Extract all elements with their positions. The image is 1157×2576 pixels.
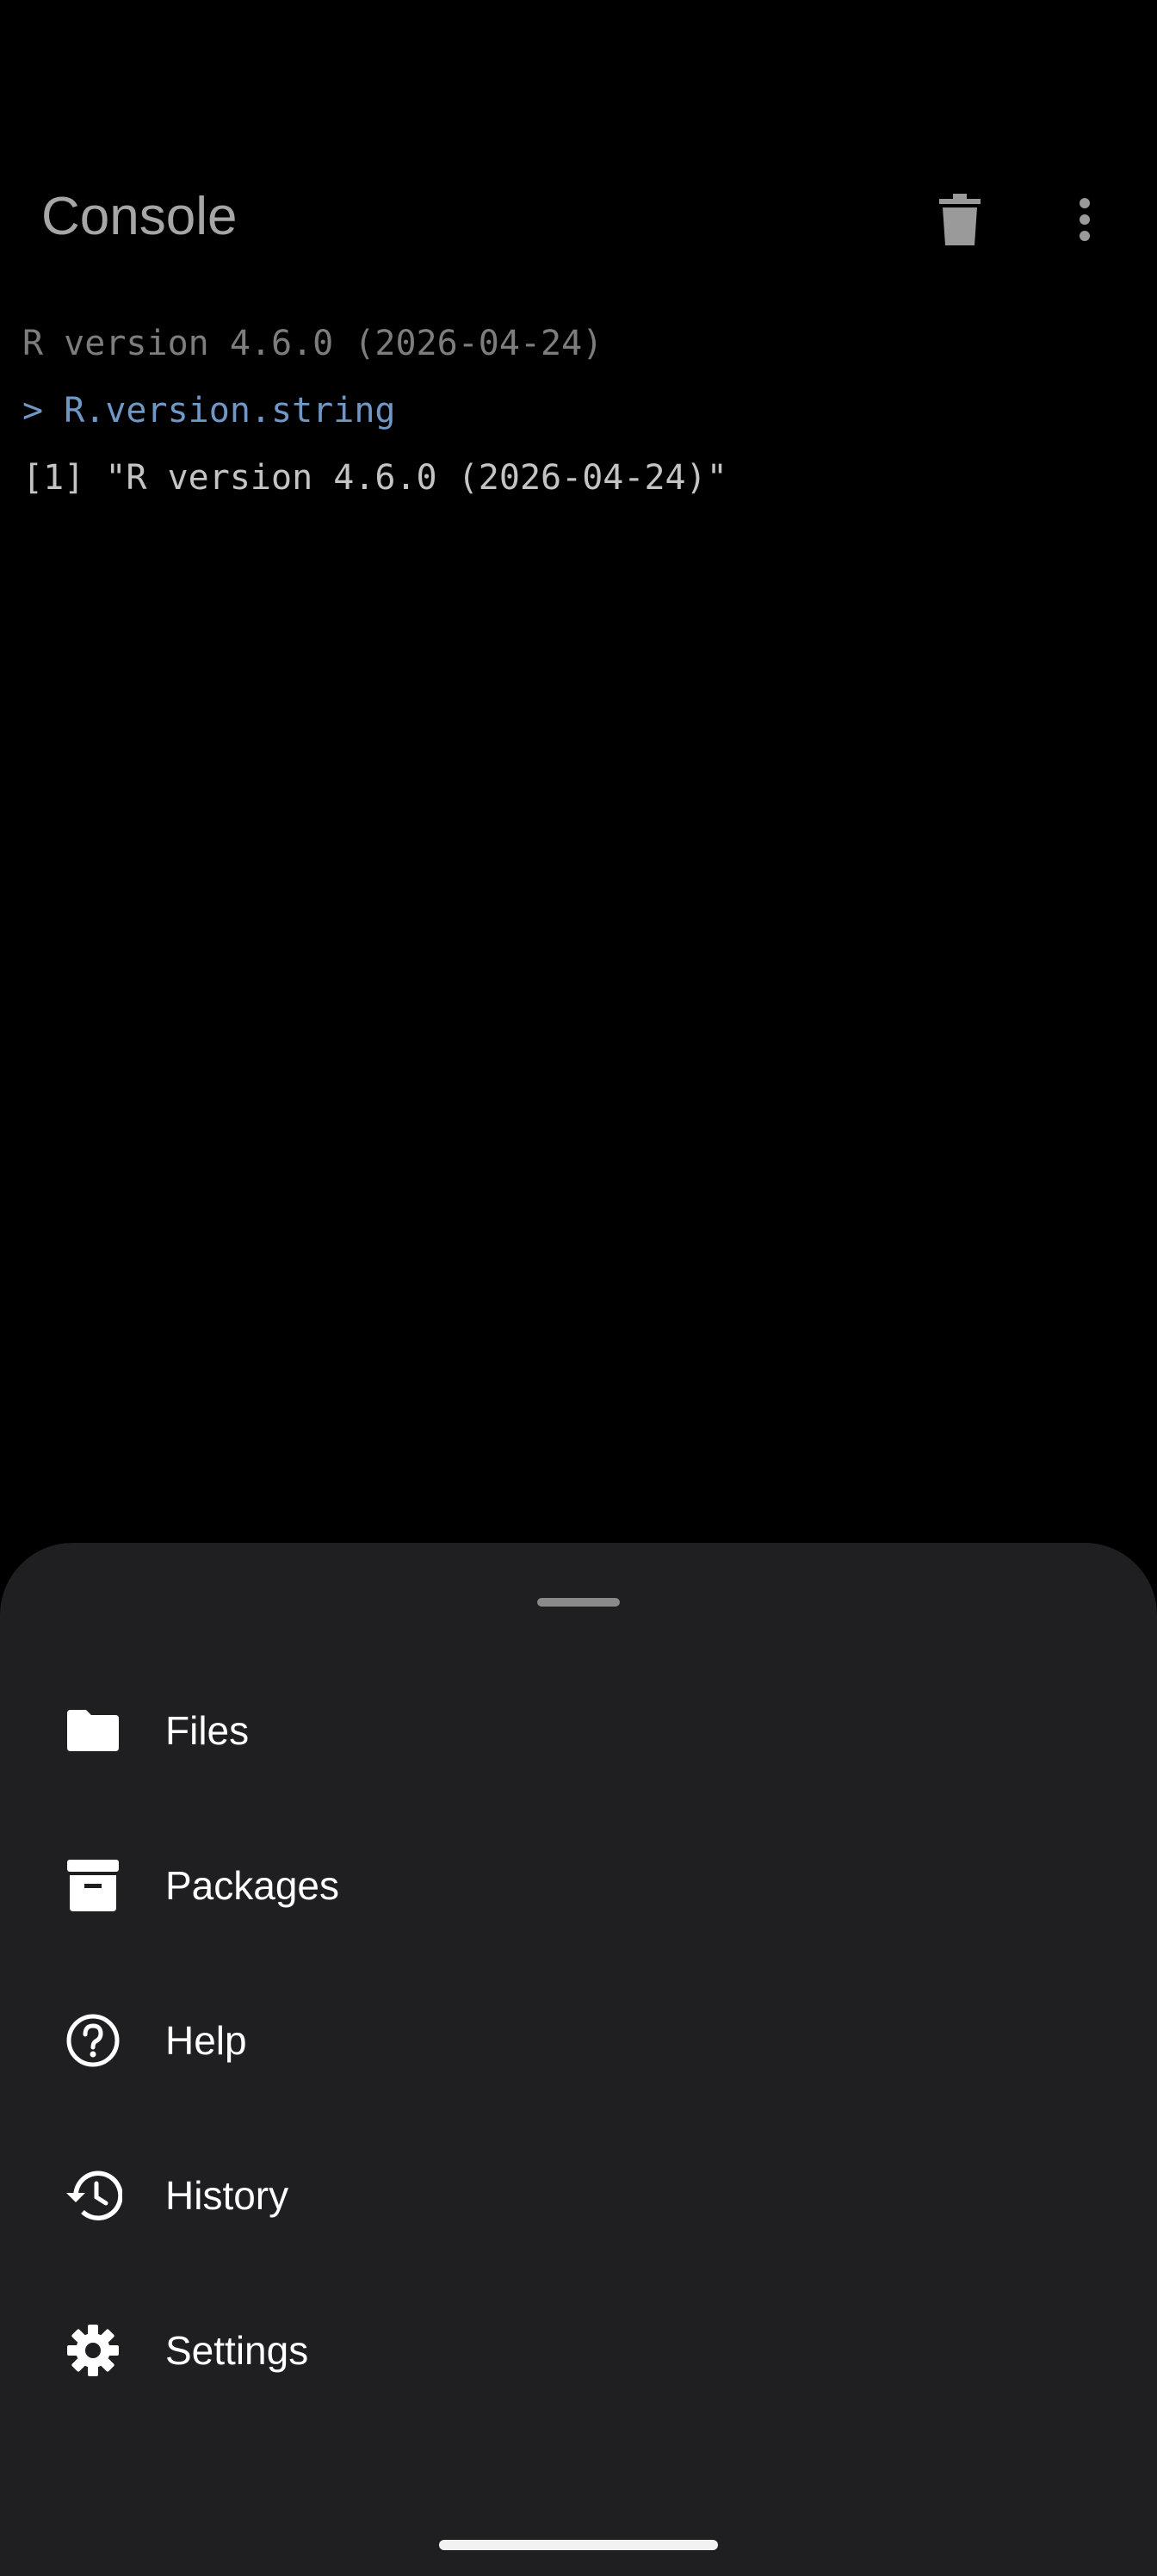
more-options-button[interactable] — [1037, 172, 1132, 267]
console-input-line: > R.version.string — [22, 377, 1133, 444]
console-banner-line: R version 4.6.0 (2026-04-24) — [22, 324, 603, 363]
clear-console-button[interactable] — [913, 172, 1007, 267]
folder-icon — [59, 1696, 127, 1765]
bottom-sheet: Files Packages Help History Settings — [0, 1543, 1157, 2576]
menu-item-label: Packages — [165, 1863, 340, 1908]
menu-item-files[interactable]: Files — [0, 1653, 1157, 1808]
gesture-navigation-bar[interactable] — [439, 2540, 718, 2550]
menu-item-label: Help — [165, 2018, 247, 2063]
menu-item-label: Files — [165, 1708, 250, 1753]
history-icon — [59, 2161, 127, 2230]
console-output[interactable]: R version 4.6.0 (2026-04-24) > R.version… — [22, 310, 1133, 511]
menu-item-settings[interactable]: Settings — [0, 2273, 1157, 2428]
menu-item-label: Settings — [165, 2328, 309, 2373]
archive-icon — [59, 1851, 127, 1920]
console-output-line: [1] "R version 4.6.0 (2026-04-24)" — [22, 458, 727, 498]
menu-item-help[interactable]: Help — [0, 1963, 1157, 2118]
gear-icon — [59, 2316, 127, 2385]
page-title: Console — [41, 187, 238, 246]
menu-item-history[interactable]: History — [0, 2118, 1157, 2273]
console-prompt: > — [22, 391, 44, 430]
trash-icon — [939, 194, 981, 245]
drag-handle[interactable] — [537, 1598, 620, 1607]
menu-item-label: History — [165, 2173, 289, 2218]
menu-item-packages[interactable]: Packages — [0, 1808, 1157, 1963]
console-input-text: R.version.string — [64, 391, 396, 430]
more-vert-icon — [1079, 198, 1091, 241]
top-app-bar: Console — [0, 155, 1157, 284]
help-circle-icon — [59, 2006, 127, 2075]
